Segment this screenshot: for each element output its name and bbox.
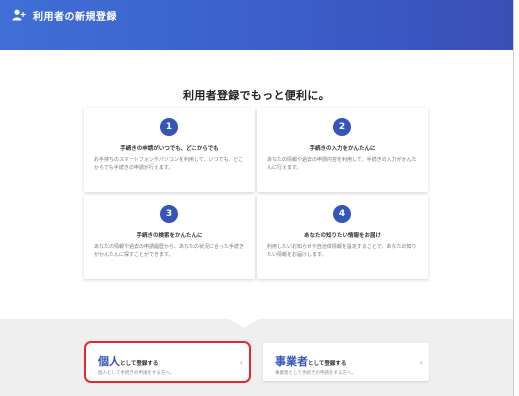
feature-card-3: 3 手続きの検索をかんたんに あなたの情報や過去の申請履歴から、あなたの状況に合… (84, 195, 255, 279)
business-title: 事業者 (275, 355, 308, 368)
step-number-badge: 1 (160, 118, 178, 136)
chevron-right-icon: › (239, 358, 243, 367)
card-title: 手続きの検索をかんたんに (136, 233, 203, 239)
card-title: 手続きの入力をかんたんに (309, 146, 376, 152)
window-edge (513, 0, 514, 396)
card-description: お手持ちのスマートフォンやパソコンを利用して、いつでも、どこからでも手続きの申請… (94, 157, 244, 171)
card-description: あなたの情報や過去の申請履歴から、あなたの状況に合った手続きがかんたんに探すこと… (94, 244, 245, 258)
registration-area (0, 319, 513, 396)
individual-title: 個人 (98, 355, 120, 368)
feature-card-4: 4 あなたの知りたい情報をお届け 利用したいお知らせや自治体情報を設定することで… (257, 195, 428, 279)
feature-card-2: 2 手続きの入力をかんたんに あなたの情報や過去の申請内容を利用して、手続きの入… (257, 108, 428, 192)
register-individual-button[interactable]: 個人として登録する 個人として手続きの申請をする方へ。 › (84, 341, 251, 383)
main-heading: 利用者登録でもっと便利に。 (183, 89, 330, 102)
section-notch (229, 319, 259, 328)
business-label: 事業者として登録する (275, 350, 346, 369)
step-number-badge: 2 (333, 118, 351, 136)
card-title: あなたの知りたい情報をお届け (303, 233, 381, 239)
individual-subtitle: として登録する (120, 361, 159, 367)
business-subtitle: として登録する (308, 361, 347, 367)
register-business-button[interactable]: 事業者として登録する 事業者として手続きの申請をする方へ。 › (263, 343, 429, 381)
add-user-icon (12, 9, 26, 21)
card-description: 利用したいお知らせや自治体情報を設定することで、あなたの知りたい情報をお届けしま… (267, 244, 417, 258)
individual-label: 個人として登録する (98, 350, 158, 369)
chevron-right-icon: › (419, 358, 423, 367)
page-title: 利用者の新規登録 (33, 12, 117, 23)
individual-description: 個人として手続きの申請をする方へ。 (98, 371, 175, 376)
feature-card-1: 1 手続きの申請がいつでも、どこからでも お手持ちのスマートフォンやパソコンを利… (84, 108, 255, 192)
card-title: 手続きの申請がいつでも、どこからでも (120, 146, 219, 152)
business-description: 事業者として手続きの申請をする方へ。 (275, 371, 356, 376)
card-description: あなたの情報や過去の申請内容を利用して、手続きの入力がかんたんに行えます。 (267, 157, 417, 171)
step-number-badge: 4 (333, 205, 351, 223)
step-number-badge: 3 (160, 205, 178, 223)
header-bar: 利用者の新規登録 (0, 0, 513, 50)
